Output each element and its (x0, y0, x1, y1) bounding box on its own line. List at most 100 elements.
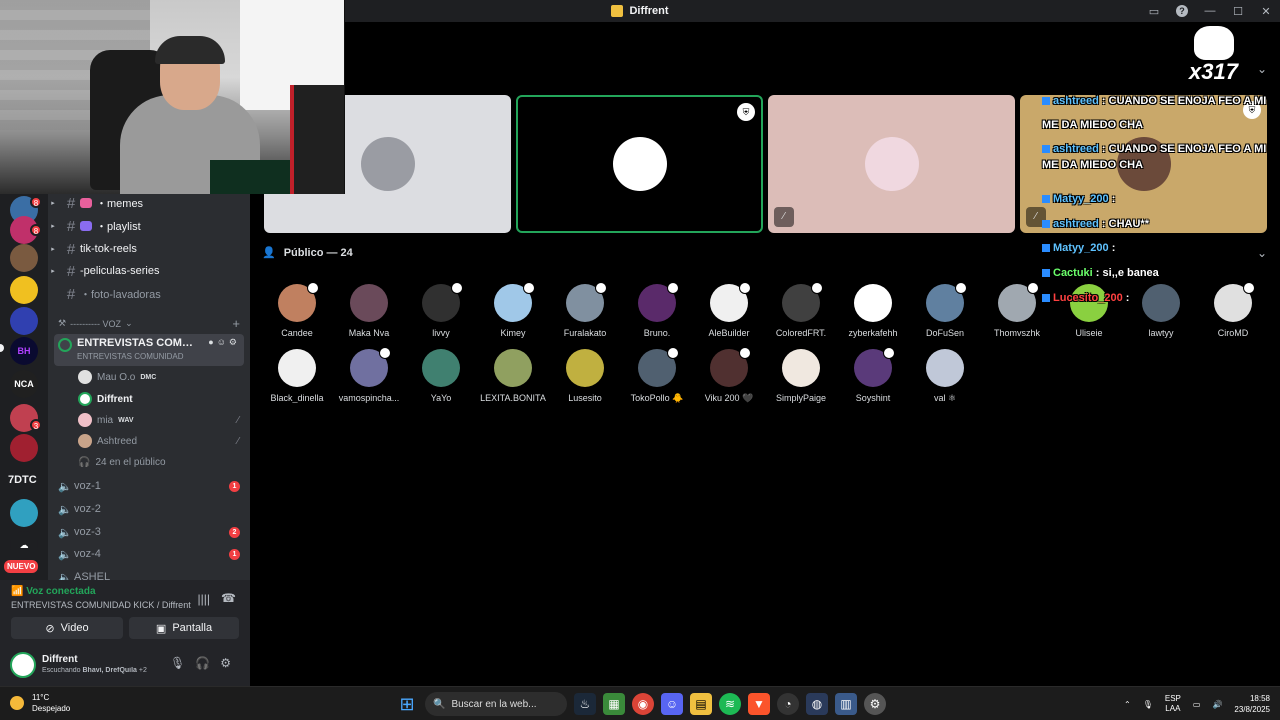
audience-member[interactable]: Kimey (477, 282, 549, 338)
headphones-icon[interactable]: 🎧 (195, 656, 220, 670)
audience-member[interactable]: YaYo (405, 349, 477, 403)
file-explorer-icon[interactable]: ▤ (690, 693, 712, 715)
settings-icon[interactable]: ⚙ (229, 337, 240, 347)
server-icon[interactable] (10, 276, 38, 304)
server-icon[interactable]: BH (10, 337, 38, 365)
audience-member[interactable]: Viku 200 🖤 (693, 347, 765, 404)
server-badge: 3 (30, 419, 42, 431)
network-icon[interactable]: ▭ (1193, 700, 1201, 709)
disconnect-icon[interactable]: ☎ (221, 591, 236, 605)
minimize-button[interactable]: — (1196, 5, 1224, 17)
audience-member[interactable]: Bruno. (621, 282, 693, 338)
voice-channel[interactable]: 🔈 voz-1 1 (48, 475, 250, 497)
audience-member[interactable]: livvy (405, 282, 477, 338)
audience-member[interactable]: zyberkafehh (837, 284, 909, 338)
settings-icon[interactable]: ⚙ (864, 693, 886, 715)
speaker-tile[interactable]: ⛨ (516, 95, 763, 233)
audience-member[interactable]: DoFuSen (909, 282, 981, 338)
obs-icon[interactable]: ◔ (777, 693, 799, 715)
channel-playlist[interactable]: ▸ # ・playlist (48, 215, 250, 237)
audience-member[interactable]: Maka Nva (333, 284, 405, 338)
windows-start-icon[interactable]: ⊞ (396, 693, 418, 715)
stage-member[interactable]: Diffrent (78, 389, 243, 409)
stage-member[interactable]: Ashtreed ⁄ (78, 431, 243, 451)
channel-tik-tok-reels[interactable]: ▸ # tik-tok-reels (48, 238, 250, 260)
server-icon[interactable]: ☁ (10, 531, 38, 559)
audience-member[interactable]: Furalakato (549, 282, 621, 338)
audience-member[interactable]: AleBuilder (693, 282, 765, 338)
chat-icon[interactable]: ● (208, 337, 216, 347)
channel-memes[interactable]: ▸ # ・memes (48, 194, 250, 214)
audience-member[interactable]: vamospincha... (333, 347, 405, 403)
clock[interactable]: 18:58 23/8/2025 (1234, 693, 1270, 715)
server-label[interactable]: 7DTC (8, 474, 37, 486)
audience-member[interactable]: SimplyPaige (765, 349, 837, 403)
microphone-icon[interactable]: 🎙 (1143, 700, 1153, 709)
brave-icon[interactable]: ▼ (748, 693, 770, 715)
stage-channel[interactable]: ENTREVISTAS COMUNI... ENTREVISTAS COMUNI… (54, 334, 244, 366)
chrome-icon[interactable]: ◉ (632, 693, 654, 715)
steam-icon[interactable]: ♨ (574, 693, 596, 715)
add-channel-icon[interactable]: + (232, 316, 240, 331)
voice-channel[interactable]: 🔈 ASHEL (48, 566, 250, 580)
weather-widget[interactable]: 11°C Despejado (10, 692, 70, 714)
speaker-tile[interactable]: ⁄ (768, 95, 1015, 233)
inbox-icon[interactable]: ▭ (1140, 5, 1168, 18)
voice-status[interactable]: 📶 Voz conectada (11, 586, 96, 597)
audience-member[interactable]: Black_dinella (261, 349, 333, 403)
spotify-icon[interactable]: ≋ (719, 693, 741, 715)
voice-channel[interactable]: 🔈 voz-3 2 (48, 521, 250, 543)
maximize-button[interactable]: ☐ (1224, 5, 1252, 18)
audience-member[interactable]: Soyshint (837, 347, 909, 403)
audience-header-label: Público — 24 (283, 246, 353, 259)
voice-channel[interactable]: 🔈 voz-4 1 (48, 543, 250, 565)
status-badge-icon (955, 282, 967, 294)
server-icon[interactable]: NCA (10, 370, 38, 398)
status-badge-icon (811, 282, 823, 294)
category-voz[interactable]: ⚒ ---------- VOZ ⌄ + (58, 316, 248, 331)
server-icon[interactable] (10, 244, 38, 272)
audience-member[interactable]: ColoredFRT. (765, 282, 837, 338)
stage-member[interactable]: Mau O.o DMC (78, 367, 243, 387)
hash-icon: # (66, 285, 76, 303)
avatar (782, 349, 820, 387)
voice-channel[interactable]: 🔈 voz-2 (48, 498, 250, 520)
noise-suppression-icon[interactable]: |||| (198, 592, 210, 606)
volume-icon[interactable]: 🔊 (1212, 700, 1222, 709)
channel-peliculas-series[interactable]: ▸ # -peliculas-series (48, 260, 250, 282)
window-title-text: Diffrent (629, 5, 669, 17)
audience-member[interactable]: val ⚛ (909, 349, 981, 404)
audience-member[interactable]: lawtyy (1125, 284, 1197, 338)
help-icon[interactable]: ? (1168, 5, 1196, 17)
server-icon[interactable] (10, 307, 38, 335)
stage-member[interactable]: mia WAV ⁄ (78, 410, 243, 430)
minecraft-icon[interactable]: ▦ (603, 693, 625, 715)
status-badge-icon (451, 282, 463, 294)
channel-foto-lavadoras[interactable]: # ・foto-lavadoras (48, 283, 250, 305)
user-name[interactable]: Diffrent (42, 654, 78, 665)
video-button[interactable]: ⊘ Video (11, 617, 123, 639)
notepad-icon[interactable]: ▥ (835, 693, 857, 715)
close-button[interactable]: ✕ (1252, 5, 1280, 18)
language-indicator[interactable]: ESP LAA (1165, 694, 1181, 714)
hash-icon: # (66, 262, 76, 280)
gear-icon[interactable]: ⚙ (220, 656, 241, 670)
voice-location[interactable]: ENTREVISTAS COMUNIDAD KICK / Diffrent (11, 600, 191, 610)
audience-member[interactable]: TokoPollo 🐥 (621, 347, 693, 404)
screen-share-button[interactable]: ▣ Pantalla (129, 617, 239, 639)
avatar[interactable] (10, 652, 36, 678)
microphone-icon[interactable]: 🎙 (170, 656, 195, 670)
chevron-up-icon[interactable]: ⌃ (1124, 700, 1131, 709)
server-icon[interactable] (10, 499, 38, 527)
audience-member[interactable]: Lusesito (549, 349, 621, 403)
audience-member[interactable]: CiroMD (1197, 282, 1269, 338)
add-member-icon[interactable]: ☺ (217, 337, 229, 347)
discord-icon[interactable]: ☺ (661, 693, 683, 715)
audience-member[interactable]: Candee (261, 282, 333, 338)
audience-count-row[interactable]: 🎧 24 en el público (78, 452, 243, 472)
audience-member[interactable]: LEXITA.BONITA (477, 349, 549, 403)
taskbar-search[interactable]: 🔍 Buscar en la web... (425, 692, 567, 716)
server-icon[interactable] (10, 434, 38, 462)
app-icon[interactable]: ◍ (806, 693, 828, 715)
chevron-down-icon[interactable]: ⌄ (1257, 62, 1267, 76)
